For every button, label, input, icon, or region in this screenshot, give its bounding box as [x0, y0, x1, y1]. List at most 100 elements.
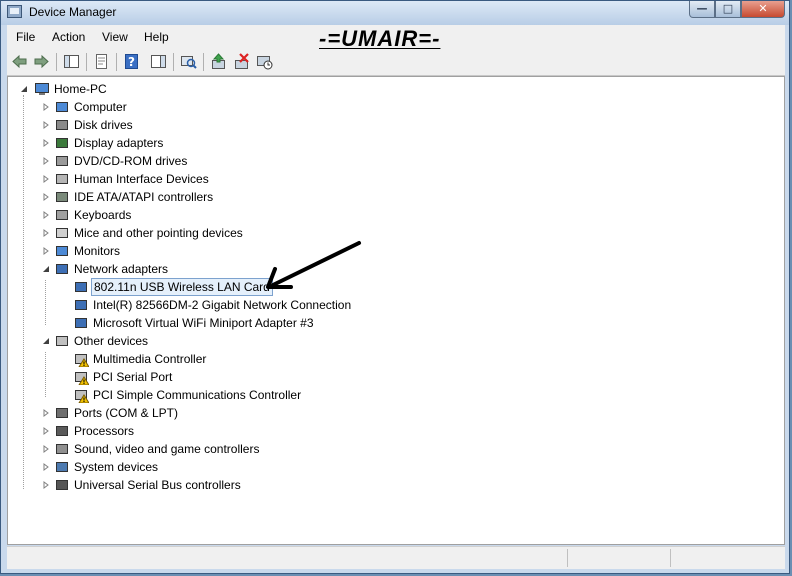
tree-item-label: 802.11n USB Wireless LAN Card [91, 278, 273, 296]
maximize-button[interactable]: □ [715, 1, 741, 18]
network-adapter-icon [56, 264, 68, 274]
tree-item-computer[interactable]: Computer [8, 98, 708, 116]
tree-item-universal-serial-bus-controllers[interactable]: Universal Serial Bus controllers [8, 476, 708, 494]
expand-triangle-icon[interactable] [42, 445, 50, 453]
monitor-icon [56, 246, 68, 256]
tree-item-label: PCI Serial Port [93, 370, 173, 384]
uninstall-device-icon[interactable] [233, 53, 250, 70]
back-arrow-icon[interactable] [11, 53, 28, 70]
expand-triangle-icon[interactable] [42, 193, 50, 201]
display-adapter-icon [56, 138, 68, 148]
network-adapter-icon [75, 318, 87, 328]
tree-item-label: Microsoft Virtual WiFi Miniport Adapter … [93, 316, 314, 330]
tree-item-ports-com-lpt[interactable]: Ports (COM & LPT) [8, 404, 708, 422]
expand-triangle-icon[interactable] [42, 229, 50, 237]
tree-item-microsoft-virtual-wifi-miniport-adapter-3[interactable]: Microsoft Virtual WiFi Miniport Adapter … [8, 314, 708, 332]
port-icon [56, 408, 68, 418]
device-manager-icon [7, 5, 22, 18]
tree-root[interactable]: Home-PC [8, 80, 308, 98]
tree-item-label: Universal Serial Bus controllers [74, 478, 241, 492]
unknown-device-icon [56, 336, 68, 346]
title-bar[interactable]: Device Manager — □ ✕ [1, 1, 789, 25]
expand-triangle-icon[interactable] [42, 463, 50, 471]
tree-item-pci-serial-port[interactable]: ! PCI Serial Port [8, 368, 708, 386]
tree-item-other-devices[interactable]: Other devices [8, 332, 708, 350]
tree-item-dvd-cd-rom-drives[interactable]: DVD/CD-ROM drives [8, 152, 708, 170]
annotation-arrow [266, 241, 361, 289]
tree-item-label: IDE ATA/ATAPI controllers [74, 190, 214, 204]
tree-item-label: Monitors [74, 244, 121, 258]
expand-triangle-icon[interactable] [42, 409, 50, 417]
svg-text:!: ! [83, 361, 86, 367]
tree-item-label: Other devices [74, 334, 149, 348]
expand-triangle-icon[interactable] [42, 481, 50, 489]
collapse-triangle-icon[interactable] [42, 337, 50, 345]
tree-item-intel-r-82566dm-2-gigabit-network-connection[interactable]: Intel(R) 82566DM-2 Gigabit Network Conne… [8, 296, 708, 314]
hid-icon [56, 174, 68, 184]
tree-item-display-adapters[interactable]: Display adapters [8, 134, 708, 152]
menu-action[interactable]: Action [52, 30, 85, 44]
tree-item-label: System devices [74, 460, 159, 474]
scan-hardware-icon[interactable] [180, 53, 197, 70]
tree-item-label: Ports (COM & LPT) [74, 406, 179, 420]
tree-item-label: Intel(R) 82566DM-2 Gigabit Network Conne… [93, 298, 352, 312]
tree-item-label: Mice and other pointing devices [74, 226, 243, 240]
network-adapter-icon [75, 300, 87, 310]
mouse-icon [56, 228, 68, 238]
keyboard-icon [56, 210, 68, 220]
tree-item-system-devices[interactable]: System devices [8, 458, 708, 476]
menu-file[interactable]: File [16, 30, 35, 44]
tree-item-label: Network adapters [74, 262, 169, 276]
expand-triangle-icon[interactable] [42, 247, 50, 255]
close-button[interactable]: ✕ [741, 1, 785, 18]
tree-item-ide-ata-atapi-controllers[interactable]: IDE ATA/ATAPI controllers [8, 188, 708, 206]
menu-view[interactable]: View [102, 30, 128, 44]
tree-item-disk-drives[interactable]: Disk drives [8, 116, 708, 134]
collapse-triangle-icon[interactable] [42, 265, 50, 273]
toolbar: ? [7, 49, 785, 76]
system-device-icon [56, 462, 68, 472]
sound-icon [56, 444, 68, 454]
expand-triangle-icon[interactable] [42, 139, 50, 147]
menu-help[interactable]: Help [144, 30, 169, 44]
expand-triangle-icon[interactable] [42, 211, 50, 219]
expand-triangle-icon[interactable] [42, 427, 50, 435]
expand-triangle-icon[interactable] [42, 157, 50, 165]
tree-item-label: PCI Simple Communications Controller [93, 388, 302, 402]
properties-icon[interactable] [93, 53, 110, 70]
help-icon[interactable]: ? [123, 53, 140, 70]
unknown-device-icon: ! [75, 354, 89, 367]
network-adapter-icon [75, 282, 87, 292]
update-driver-icon[interactable] [210, 53, 227, 70]
tree-item-processors[interactable]: Processors [8, 422, 708, 440]
usb-icon [56, 480, 68, 490]
tree-item-label: Disk drives [74, 118, 133, 132]
expand-triangle-icon[interactable] [42, 121, 50, 129]
action-pane-icon[interactable] [150, 53, 167, 70]
disable-device-icon[interactable] [256, 53, 273, 70]
minimize-button[interactable]: — [689, 1, 715, 18]
forward-arrow-icon[interactable] [33, 53, 50, 70]
tree-item-keyboards[interactable]: Keyboards [8, 206, 708, 224]
disk-drive-icon [56, 120, 68, 130]
expand-triangle-icon[interactable] [42, 103, 50, 111]
device-manager-window: Device Manager — □ ✕ File Action View He… [0, 0, 790, 574]
tree-item-sound-video-and-game-controllers[interactable]: Sound, video and game controllers [8, 440, 708, 458]
show-hide-tree-icon[interactable] [63, 53, 80, 70]
tree-item-pci-simple-communications-controller[interactable]: ! PCI Simple Communications Controller [8, 386, 708, 404]
device-tree[interactable]: Home-PC Computer Disk drives Display adapt… [7, 76, 785, 545]
tree-item-human-interface-devices[interactable]: Human Interface Devices [8, 170, 708, 188]
tree-item-label: Keyboards [74, 208, 132, 222]
dvd-drive-icon [56, 156, 68, 166]
expand-triangle-icon[interactable] [42, 175, 50, 183]
unknown-device-icon: ! [75, 372, 89, 385]
svg-text:?: ? [128, 55, 135, 69]
svg-text:!: ! [83, 397, 86, 403]
tree-item-multimedia-controller[interactable]: ! Multimedia Controller [8, 350, 708, 368]
processor-icon [56, 426, 68, 436]
tree-item-label: DVD/CD-ROM drives [74, 154, 188, 168]
collapse-triangle-icon[interactable] [20, 85, 28, 93]
svg-text:!: ! [83, 379, 86, 385]
status-bar [7, 546, 785, 569]
ide-controller-icon [56, 192, 68, 202]
